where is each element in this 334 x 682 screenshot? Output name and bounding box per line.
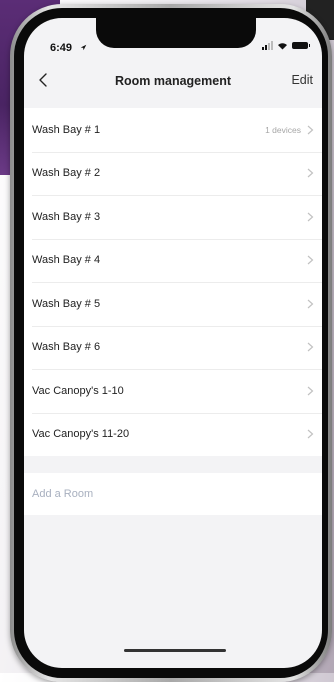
navigation-bar: Room management Edit bbox=[24, 64, 322, 98]
room-row[interactable]: Vac Canopy's 1-10 bbox=[24, 369, 322, 413]
room-name: Wash Bay # 3 bbox=[32, 210, 101, 223]
cellular-signal-icon bbox=[262, 41, 273, 50]
chevron-right-icon bbox=[307, 212, 314, 222]
chevron-right-icon bbox=[307, 429, 314, 439]
room-row[interactable]: Wash Bay # 4 bbox=[24, 238, 322, 283]
add-room-button[interactable]: Add a Room bbox=[24, 473, 322, 515]
room-name: Vac Canopy's 1-10 bbox=[32, 384, 124, 397]
device-count: 1 devices bbox=[265, 124, 301, 135]
room-name: Wash Bay # 4 bbox=[32, 254, 101, 267]
phone-notch bbox=[96, 18, 256, 48]
room-name: Vac Canopy's 11-20 bbox=[32, 428, 130, 441]
room-list: Wash Bay # 1 1 devices Wash Bay # 2 Wash… bbox=[24, 108, 322, 456]
chevron-right-icon bbox=[307, 168, 314, 178]
chevron-right-icon bbox=[307, 255, 314, 265]
home-indicator[interactable] bbox=[124, 649, 226, 652]
room-name: Wash Bay # 2 bbox=[32, 167, 101, 180]
room-row[interactable]: Vac Canopy's 11-20 bbox=[24, 412, 322, 457]
chevron-right-icon bbox=[307, 299, 314, 309]
chevron-right-icon bbox=[307, 342, 314, 352]
chevron-right-icon bbox=[307, 125, 314, 135]
back-button[interactable] bbox=[36, 72, 52, 88]
status-time: 6:49 bbox=[50, 42, 73, 54]
chevron-right-icon bbox=[307, 386, 314, 396]
chevron-left-icon bbox=[39, 73, 47, 87]
battery-icon bbox=[292, 42, 310, 49]
room-row[interactable]: Wash Bay # 2 bbox=[24, 151, 322, 196]
location-arrow-icon bbox=[80, 44, 87, 51]
page-title: Room management bbox=[115, 74, 231, 88]
room-row[interactable]: Wash Bay # 1 1 devices bbox=[24, 108, 322, 152]
room-row[interactable]: Wash Bay # 3 bbox=[24, 195, 322, 239]
room-name: Wash Bay # 5 bbox=[32, 297, 101, 310]
edit-button[interactable]: Edit bbox=[291, 73, 313, 87]
room-name: Wash Bay # 6 bbox=[32, 341, 101, 354]
phone-screen: 6:49 Room management Edit Wash Bay # 1 1… bbox=[24, 18, 322, 668]
status-icons bbox=[262, 41, 310, 50]
room-row[interactable]: Wash Bay # 5 bbox=[24, 282, 322, 326]
room-row[interactable]: Wash Bay # 6 bbox=[24, 325, 322, 370]
wifi-icon bbox=[278, 42, 287, 50]
room-name: Wash Bay # 1 bbox=[32, 123, 101, 136]
add-room-label: Add a Room bbox=[32, 488, 94, 500]
